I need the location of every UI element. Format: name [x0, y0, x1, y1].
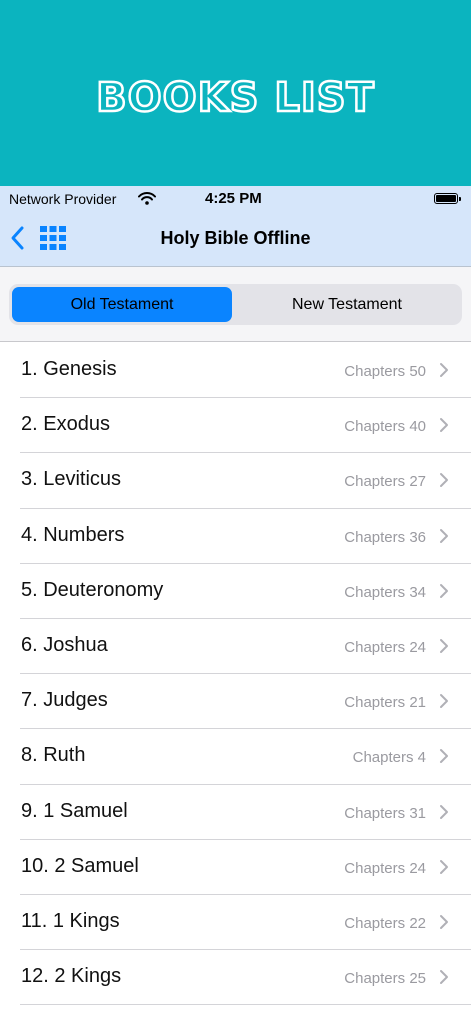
- wifi-icon: [138, 192, 156, 208]
- book-row[interactable]: 4. Numbers Chapters 36: [0, 509, 471, 564]
- book-name: 1. Genesis: [21, 358, 117, 380]
- book-row[interactable]: 3. Leviticus Chapters 27: [0, 453, 471, 509]
- book-name: 12. 2 Kings: [21, 965, 122, 988]
- navigation-bar: Holy Bible Offline: [0, 212, 471, 267]
- chevron-right-icon: [439, 528, 449, 549]
- book-name: 5. Deuteronomy: [21, 578, 164, 601]
- chapter-count: Chapters 50: [344, 363, 426, 380]
- chevron-right-icon: [439, 583, 449, 604]
- chevron-right-icon: [439, 804, 449, 825]
- chapter-count: Chapters 34: [344, 583, 426, 601]
- book-row[interactable]: 12. 2 Kings Chapters 25: [0, 950, 471, 1006]
- book-row[interactable]: 7. Judges Chapters 21: [0, 674, 471, 730]
- banner-title: BOOKS LIST: [95, 74, 375, 123]
- chevron-right-icon: [439, 969, 449, 990]
- chapter-count: Chapters 4: [352, 749, 426, 767]
- book-name: 3. Leviticus: [21, 468, 122, 491]
- chapter-count: Chapters 21: [344, 694, 426, 712]
- book-name: 7. Judges: [21, 689, 108, 712]
- chevron-right-icon: [439, 417, 449, 438]
- book-name: 10. 2 Samuel: [21, 854, 139, 877]
- status-bar: Network Provider 4:25 PM: [0, 186, 471, 212]
- book-name: 4. Numbers: [21, 523, 125, 546]
- chapter-count: Chapters 31: [344, 804, 426, 822]
- chevron-right-icon: [439, 362, 449, 383]
- book-row[interactable]: 10. 2 Samuel Chapters 24: [0, 840, 471, 895]
- book-row[interactable]: 1. Genesis Chapters 50: [0, 343, 471, 399]
- chevron-right-icon: [439, 638, 449, 659]
- promo-banner: BOOKS LIST: [0, 0, 471, 186]
- chapter-count: Chapters 27: [344, 473, 426, 491]
- books-list: 1. Genesis Chapters 50 2. Exodus Chapters 4…: [0, 343, 471, 1006]
- segment-old-testament[interactable]: Old Testament: [12, 287, 232, 322]
- chevron-right-icon: [439, 914, 449, 935]
- chapter-count: Chapters 40: [344, 418, 426, 436]
- book-name: 8. Ruth: [21, 744, 86, 767]
- chevron-right-icon: [439, 693, 449, 714]
- book-row[interactable]: 11. 1 Kings Chapters 22: [0, 895, 471, 951]
- chevron-right-icon: [439, 472, 449, 493]
- book-row[interactable]: 8. Ruth Chapters 4: [0, 729, 471, 785]
- segment-container: Old Testament New Testament: [0, 267, 471, 342]
- battery-icon: [434, 193, 461, 204]
- book-name: 2. Exodus: [21, 413, 110, 436]
- page-title: Holy Bible Offline: [160, 228, 311, 248]
- book-row[interactable]: 9. 1 Samuel Chapters 31: [0, 785, 471, 840]
- segment-new-testament[interactable]: New Testament: [235, 287, 459, 322]
- clock: 4:25 PM: [205, 190, 262, 207]
- chapter-count: Chapters 36: [344, 528, 426, 546]
- carrier-label: Network Provider: [9, 191, 117, 207]
- chapter-count: Chapters 22: [344, 914, 426, 932]
- book-row[interactable]: 5. Deuteronomy Chapters 34: [0, 564, 471, 619]
- book-name: 9. 1 Samuel: [21, 799, 128, 822]
- testament-segmented-control: Old Testament New Testament: [9, 284, 462, 325]
- book-row[interactable]: 6. Joshua Chapters 24: [0, 619, 471, 675]
- chapter-count: Chapters 24: [344, 638, 426, 656]
- book-name: 11. 1 Kings: [21, 909, 120, 932]
- chapter-count: Chapters 25: [344, 970, 426, 988]
- book-row[interactable]: 2. Exodus Chapters 40: [0, 398, 471, 454]
- book-name: 6. Joshua: [21, 633, 108, 656]
- chevron-right-icon: [439, 859, 449, 880]
- chapter-count: Chapters 24: [344, 859, 426, 877]
- chevron-right-icon: [439, 748, 449, 769]
- row-divider: [20, 1004, 471, 1006]
